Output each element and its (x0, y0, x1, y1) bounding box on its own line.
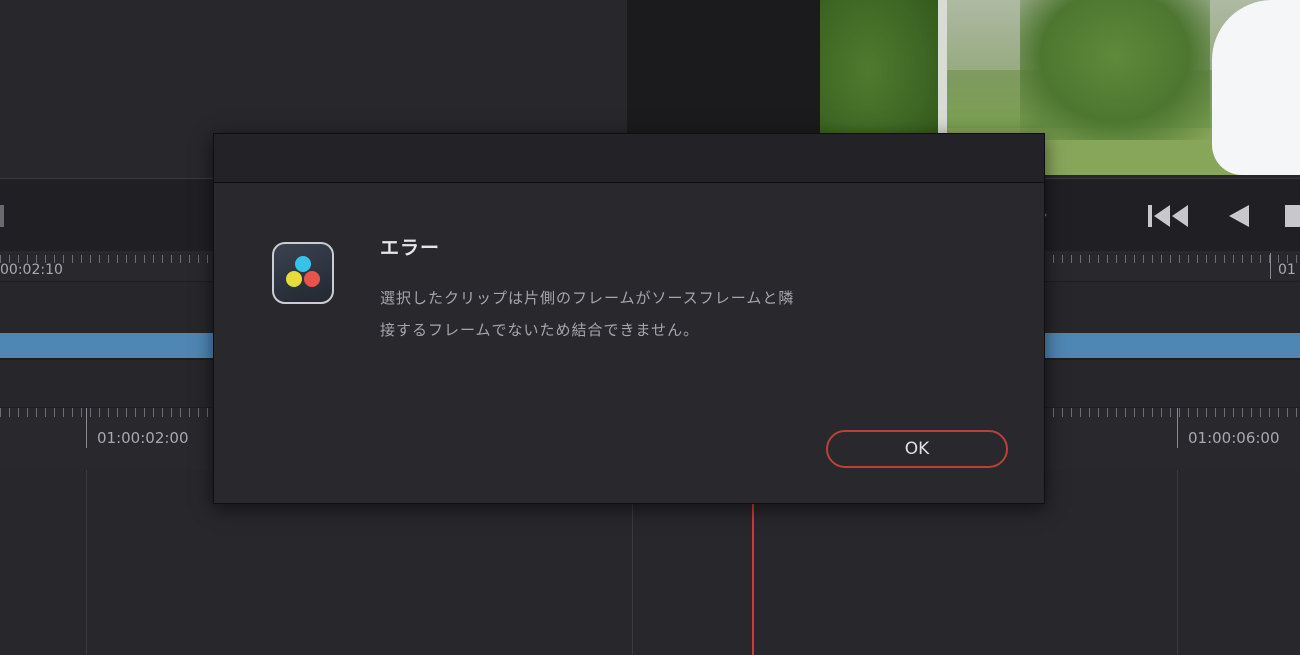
major-tick (86, 408, 87, 448)
ok-button[interactable]: OK (826, 430, 1008, 468)
stop-icon[interactable] (1285, 204, 1300, 233)
transport-edge (0, 205, 4, 227)
play-reverse-icon[interactable] (1225, 203, 1251, 234)
dialog-message: 選択したクリップは片側のフレームがソースフレームと隣接するフレームでないため結合… (380, 289, 795, 339)
dialog-titlebar[interactable] (214, 134, 1044, 183)
ruler-label: 00:02:10 (0, 262, 63, 278)
davinci-resolve-icon (272, 242, 334, 304)
major-tick (1177, 408, 1178, 448)
playhead[interactable] (752, 503, 754, 655)
ruler-label: 01 (1278, 262, 1296, 278)
ruler-label: 01:00:06:00 (1188, 429, 1280, 447)
dialog-title: エラー (380, 237, 441, 259)
skip-to-start-icon[interactable] (1146, 203, 1192, 234)
error-dialog: エラー 選択したクリップは片側のフレームがソースフレームと隣接するフレームでない… (213, 133, 1045, 504)
major-tick (1270, 253, 1271, 279)
ruler-label: 01:00:02:00 (97, 429, 189, 447)
